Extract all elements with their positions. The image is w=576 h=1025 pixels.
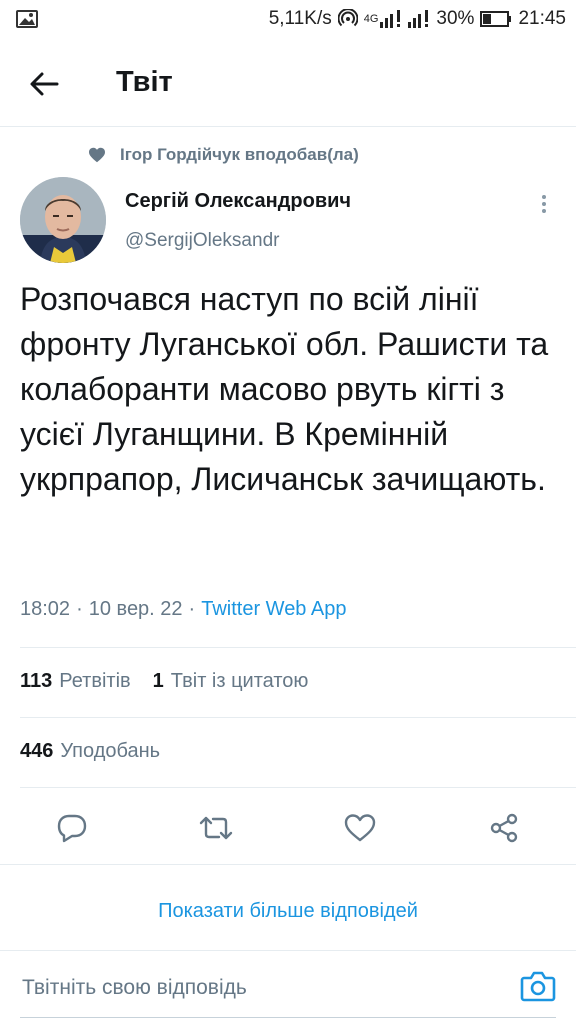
retweets-stat[interactable]: 113 Ретвітів [20, 670, 131, 693]
retweets-count: 113 [20, 670, 53, 692]
battery-icon [480, 11, 512, 27]
tweet-time: 18:02 [20, 598, 71, 620]
quotes-label: Твіт із цитатою [170, 670, 309, 692]
more-options-button[interactable] [530, 188, 558, 220]
retweet-button[interactable] [196, 810, 236, 846]
hotspot-icon [337, 9, 358, 29]
likes-label: Уподобань [60, 740, 161, 762]
battery-level: 30% [436, 8, 475, 29]
reply-composer [0, 950, 576, 1025]
like-stats: 446 Уподобань [20, 740, 160, 763]
avatar-image [20, 177, 106, 263]
like-icon [344, 814, 376, 842]
show-more-replies-link[interactable]: Показати більше відповідей [0, 900, 576, 923]
gallery-notification-icon [16, 10, 38, 33]
like-button[interactable] [340, 810, 380, 846]
divider [20, 647, 576, 648]
clock: 21:45 [518, 8, 566, 29]
share-icon [490, 813, 518, 843]
divider [20, 717, 576, 718]
social-context[interactable]: Ігор Гордійчук вподобав(ла) [88, 145, 359, 165]
likes-stat[interactable]: 446 Уподобань [20, 740, 160, 763]
more-vertical-icon [542, 195, 546, 199]
reply-icon [57, 814, 87, 843]
tweet-text: Розпочався наступ по всій лінії фронту Л… [20, 281, 549, 497]
network-type: 4G [363, 13, 379, 25]
reply-underline [20, 1017, 556, 1018]
author-name[interactable]: Сергій Олександрович [125, 190, 351, 213]
camera-icon [520, 971, 556, 1002]
quotes-count: 1 [152, 670, 164, 692]
back-button[interactable] [22, 64, 66, 104]
avatar[interactable] [20, 177, 106, 263]
likes-count: 446 [20, 740, 54, 762]
signal-icon-1 [380, 10, 402, 28]
meta-separator: · [76, 598, 83, 620]
retweets-label: Ретвітів [59, 670, 131, 692]
quotes-stat[interactable]: 1 Твіт із цитатою [153, 670, 309, 693]
status-bar: 5,11K/s 4G 30% 21:45 [0, 0, 576, 40]
tweet-actions [0, 800, 576, 854]
reply-button[interactable] [52, 810, 92, 846]
tweet-date: 10 вер. 22 [88, 598, 183, 620]
page-title: Твіт [116, 66, 173, 98]
author-handle[interactable]: @SergijOleksandr [125, 230, 279, 252]
retweet-stats: 113 Ретвітів 1 Твіт із цитатою [20, 670, 308, 693]
reply-input[interactable] [22, 971, 492, 1005]
meta-separator: · [188, 598, 196, 620]
net-speed: 5,11K/s [268, 8, 332, 29]
status-indicators: 5,11K/s 4G 30% 21:45 [269, 8, 566, 30]
divider [0, 864, 576, 865]
camera-button[interactable] [520, 969, 556, 1003]
signal-icon-2 [408, 10, 430, 28]
retweet-icon [199, 816, 233, 840]
social-context-text: Ігор Гордійчук вподобав(ла) [120, 145, 359, 164]
heart-filled-icon [89, 147, 105, 163]
back-arrow-icon [30, 72, 59, 96]
divider [20, 787, 576, 788]
tweet-meta: 18:02 · 10 вер. 22 · Twitter Web App [20, 598, 346, 621]
tweet-source-link[interactable]: Twitter Web App [201, 598, 346, 621]
top-app-bar: Твіт [0, 40, 576, 127]
share-button[interactable] [484, 810, 524, 846]
